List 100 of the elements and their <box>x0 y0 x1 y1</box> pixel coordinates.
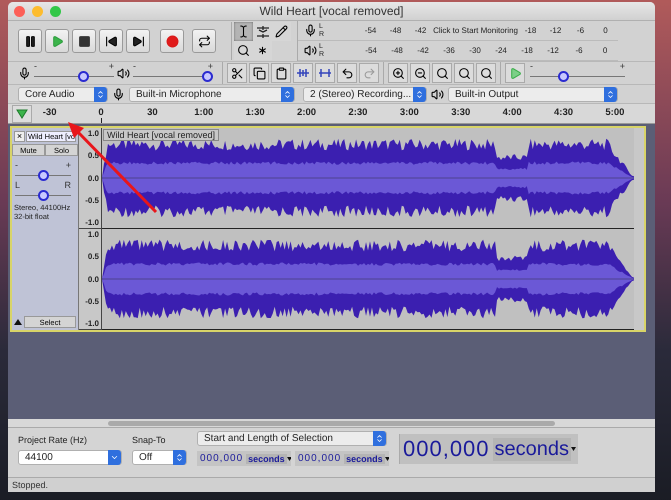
slider-max-label: + <box>66 160 71 170</box>
timeline-label: 3:30 <box>451 107 470 118</box>
slider-thumb[interactable] <box>38 190 48 200</box>
timeline-label: 0 <box>98 107 104 118</box>
slider-thumb[interactable] <box>78 70 90 82</box>
monitoring-prompt[interactable]: Click to Start Monitoring <box>433 26 518 35</box>
timeline-label: -30 <box>42 107 56 118</box>
timeline-label: 1:00 <box>194 107 214 118</box>
updown-icon <box>415 90 424 98</box>
updown-icon <box>375 434 384 443</box>
tool-button[interactable] <box>272 22 291 41</box>
slider-max-label: R <box>64 180 71 190</box>
slider-max-label: + <box>620 61 625 71</box>
clipboard-icon <box>274 66 288 80</box>
audio-position-field[interactable]: 000,000 seconds <box>399 434 578 464</box>
skip-to-end-button[interactable] <box>126 29 150 53</box>
zoom-toggle-button[interactable] <box>476 63 496 83</box>
loop-button[interactable] <box>192 29 216 53</box>
cut-button[interactable] <box>227 63 247 83</box>
loop-icon <box>198 34 210 48</box>
meter-tick-label: -42 <box>414 26 428 35</box>
fit-selection-button[interactable] <box>432 63 452 83</box>
paste-button[interactable] <box>271 63 291 83</box>
meter-tick-label: -6 <box>574 46 584 55</box>
play-head-button[interactable] <box>12 105 32 123</box>
slider-max-label: + <box>108 61 114 71</box>
selection-mode-dropdown[interactable]: Start and Length of Selection <box>197 431 387 446</box>
undo-button[interactable] <box>337 63 357 83</box>
amplitude-scale-label: -1.0 <box>85 218 99 227</box>
window-title: Wild Heart [vocal removed] <box>258 4 405 18</box>
meter-tick-label: -54 <box>364 46 378 55</box>
meter-tick-label: -36 <box>442 46 456 55</box>
project-rate-dropdown[interactable]: 44100 <box>18 450 122 465</box>
amplitude-scale-label: -0.5 <box>85 296 99 306</box>
snap-to-dropdown[interactable]: Off <box>132 450 187 465</box>
record-icon <box>166 34 178 48</box>
playback-meter[interactable]: -54 -48 -42 -36 -30 -24 -18 -12 -6 0 <box>358 46 618 55</box>
redo-icon <box>362 66 376 80</box>
timeline-label: 5:00 <box>605 107 624 118</box>
scissors-icon <box>230 66 244 80</box>
clip-title: Wild Heart [vocal removed] <box>103 129 220 141</box>
timeline-label: 4:00 <box>502 107 522 118</box>
meter-tick-label: 0 <box>602 46 608 55</box>
play-icon <box>50 34 64 48</box>
collapse-icon[interactable] <box>14 319 22 325</box>
time-field[interactable]: 000,000 seconds <box>197 451 291 466</box>
meter-tick-label: -30 <box>468 46 482 55</box>
track-close-button[interactable]: × <box>14 130 25 142</box>
silence-button[interactable] <box>315 63 335 83</box>
slider-thumb[interactable] <box>202 70 213 82</box>
updown-icon <box>606 90 615 98</box>
amplitude-scale-label: 0.0 <box>88 274 99 284</box>
amplitude-scale-label: 1.0 <box>88 129 99 138</box>
microphone-icon <box>112 88 125 100</box>
record-button[interactable] <box>160 29 184 53</box>
meter-tick-label: -18 <box>520 46 534 55</box>
timeline-label: 2:30 <box>348 107 368 118</box>
project-rate-label: Project Rate (Hz) <box>18 435 88 445</box>
copy-button[interactable] <box>249 63 269 83</box>
slider-max-label: + <box>208 61 213 71</box>
slider-thumb[interactable] <box>558 70 569 82</box>
copy-icon <box>252 66 266 80</box>
tool-button[interactable] <box>234 41 253 60</box>
meter-tick-label: -6 <box>576 26 586 35</box>
skip-to-start-button[interactable] <box>99 29 123 53</box>
slider-min-label: - <box>133 61 136 71</box>
timeline-ruler[interactable]: -30 0 30 1:00 1:30 2:00 2:30 3:00 3:30 4:00 4:30 5:00 <box>8 104 655 124</box>
audio-host-dropdown[interactable]: Core Audio <box>18 86 108 102</box>
playback-device-dropdown[interactable]: Built-in Output <box>448 86 618 102</box>
zoom-out-button[interactable] <box>410 63 430 83</box>
dropdown-icon <box>286 456 291 460</box>
skip-to-start-icon <box>104 34 118 48</box>
silence-icon <box>318 67 332 79</box>
timeline-label: 1:30 <box>246 107 265 118</box>
zoom-icon <box>237 44 250 57</box>
updown-icon <box>175 453 184 462</box>
slider-min-label: - <box>34 61 37 71</box>
channels-dropdown[interactable]: 2 (Stereo) Recording... <box>303 86 427 102</box>
timeline-label: 4:30 <box>554 107 573 118</box>
trim-button[interactable] <box>293 63 313 83</box>
time-field[interactable]: 000,000 seconds <box>295 451 389 466</box>
stop-button[interactable] <box>72 29 96 53</box>
zoom-icon <box>436 66 448 80</box>
pause-button[interactable] <box>18 29 42 53</box>
slider-thumb[interactable] <box>38 170 48 180</box>
play-icon <box>508 66 522 80</box>
horizontal-scrollbar[interactable] <box>8 419 655 427</box>
trim-icon <box>296 67 310 79</box>
fit-project-button[interactable] <box>454 63 474 83</box>
zoom-in-button[interactable] <box>388 63 408 83</box>
meter-tick-label: 0 <box>602 26 609 35</box>
meter-tick-label: -42 <box>416 46 430 55</box>
stop-icon <box>78 34 90 48</box>
amplitude-scale-label: 0.0 <box>88 174 99 182</box>
amplitude-scale-label: -1.0 <box>85 319 99 328</box>
skip-to-end-icon <box>132 34 144 48</box>
record-meter[interactable]: -54 -48 -42 Click to Start Monitoring -18 -12 -6 0 <box>358 26 618 35</box>
meter-tick-label: -12 <box>546 46 560 55</box>
tool-button[interactable] <box>234 22 253 41</box>
recording-device-dropdown[interactable]: Built-in Microphone <box>129 86 295 102</box>
